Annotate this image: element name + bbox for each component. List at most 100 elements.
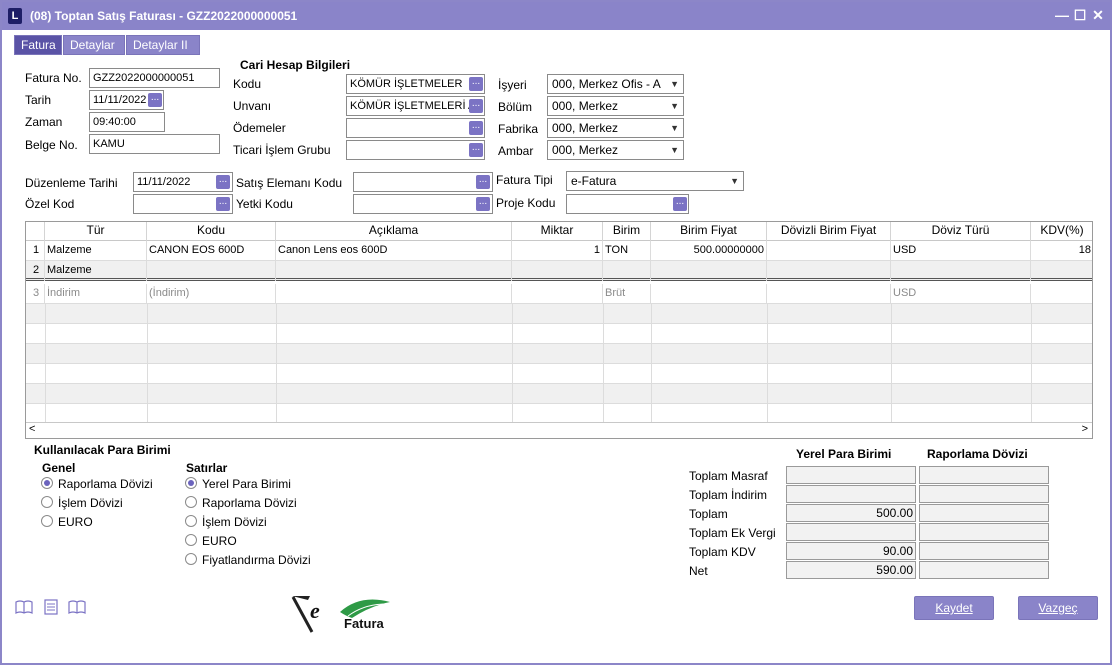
save-button[interactable]: Kaydet (914, 596, 994, 620)
odemeler-lookup-button[interactable]: ... (469, 121, 483, 135)
grid-col-kodu[interactable]: Kodu (147, 222, 276, 241)
zaman-field[interactable]: 09:40:00 (89, 112, 165, 132)
cell-birim[interactable]: Brüt (603, 284, 651, 304)
grid-col-birim-fiyat[interactable]: Birim Fiyat (651, 222, 767, 241)
close-icon[interactable]: ✕ (1090, 7, 1106, 23)
radio-label: EURO (58, 515, 93, 529)
yetki-field[interactable] (353, 194, 493, 214)
grid-col-tur[interactable]: Tür (45, 222, 147, 241)
satis-field[interactable] (353, 172, 493, 192)
cell-birim[interactable] (603, 261, 651, 281)
cell-dovizli-fiyat[interactable] (767, 284, 891, 304)
cell-miktar[interactable]: 1 (512, 241, 603, 261)
cell-birim[interactable]: TON (603, 241, 651, 261)
isyeri-select[interactable]: 000, Merkez Ofis - A ▼ (547, 74, 684, 94)
table-row[interactable]: 1 Malzeme CANON EOS 600D Canon Lens eos … (26, 241, 1092, 261)
cari-kodu-lookup-button[interactable]: ... (469, 77, 483, 91)
table-row[interactable] (26, 404, 1092, 424)
cell-miktar[interactable] (512, 284, 603, 304)
unvani-field[interactable]: KÖMÜR İŞLETMELERİ AN (346, 96, 485, 116)
fatura-no-field[interactable]: GZZ2022000000051 (89, 68, 220, 88)
radio-satir-fiyatlandirma[interactable] (185, 553, 197, 565)
tab-fatura[interactable]: Fatura (14, 35, 62, 55)
cell-kodu[interactable]: CANON EOS 600D (147, 241, 276, 261)
cell-tur[interactable]: İndirim (45, 284, 147, 304)
cell-aciklama[interactable] (276, 284, 512, 304)
horizontal-scrollbar[interactable]: < > (26, 422, 1092, 438)
chevron-down-icon: ▼ (670, 79, 679, 89)
ticari-lookup-button[interactable]: ... (469, 143, 483, 157)
proje-lookup-button[interactable]: ... (673, 197, 687, 211)
grid-col-doviz-turu[interactable]: Döviz Türü (891, 222, 1031, 241)
maximize-icon[interactable]: ☐ (1072, 7, 1088, 23)
radio-satir-islem[interactable] (185, 515, 197, 527)
duzenleme-lookup-button[interactable]: ... (216, 175, 230, 189)
odemeler-field[interactable] (346, 118, 485, 138)
document-icon[interactable] (44, 599, 58, 618)
cell-miktar[interactable] (512, 261, 603, 281)
table-row[interactable] (26, 344, 1092, 364)
satis-lookup-button[interactable]: ... (476, 175, 490, 189)
table-row[interactable] (26, 304, 1092, 324)
tab-detaylar[interactable]: Detaylar (63, 35, 125, 55)
belge-no-field[interactable]: KAMU (89, 134, 220, 154)
cell-aciklama[interactable] (276, 261, 512, 281)
proje-field[interactable] (566, 194, 689, 214)
cell-kodu[interactable]: (İndirim) (147, 284, 276, 304)
grid-divider (651, 304, 652, 422)
cell-kdv[interactable] (1031, 261, 1092, 281)
scroll-right-icon[interactable]: > (1082, 423, 1088, 435)
tarih-lookup-button[interactable]: ... (148, 93, 162, 107)
invoice-lines-grid[interactable]: Tür Kodu Açıklama Miktar Birim Birim Fiy… (25, 221, 1093, 439)
ambar-select[interactable]: 000, Merkez ▼ (547, 140, 684, 160)
book-open-icon[interactable] (68, 600, 86, 617)
cell-doviz-turu[interactable]: USD (891, 284, 1031, 304)
radio-genel-raporlama[interactable] (41, 477, 53, 489)
table-row[interactable] (26, 324, 1092, 344)
table-row[interactable] (26, 384, 1092, 404)
table-row[interactable]: 2 Malzeme (26, 261, 1092, 281)
grid-divider (603, 304, 604, 422)
radio-satir-euro[interactable] (185, 534, 197, 546)
book-icon[interactable] (15, 600, 33, 617)
cell-dovizli-fiyat[interactable] (767, 241, 891, 261)
cell-tur[interactable]: Malzeme (45, 261, 147, 281)
unvani-lookup-button[interactable]: ... (469, 99, 483, 113)
table-row[interactable] (26, 364, 1092, 384)
cell-tur[interactable]: Malzeme (45, 241, 147, 261)
minimize-icon[interactable]: — (1054, 7, 1070, 23)
cell-kdv[interactable]: 18 (1031, 241, 1092, 261)
ticari-field[interactable] (346, 140, 485, 160)
yetki-lookup-button[interactable]: ... (476, 197, 490, 211)
cell-dovizli-fiyat[interactable] (767, 261, 891, 281)
radio-genel-islem[interactable] (41, 496, 53, 508)
cell-doviz-turu[interactable] (891, 261, 1031, 281)
cancel-button[interactable]: Vazgeç (1018, 596, 1098, 620)
grid-col-birim[interactable]: Birim (603, 222, 651, 241)
grid-col-dovizli-fiyat[interactable]: Dövizli Birim Fiyat (767, 222, 891, 241)
grid-col-miktar[interactable]: Miktar (512, 222, 603, 241)
genel-heading: Genel (42, 461, 76, 475)
total-label: Toplam Masraf (689, 469, 768, 483)
radio-genel-euro[interactable] (41, 515, 53, 527)
tab-detaylar-2[interactable]: Detaylar II (126, 35, 200, 55)
ozel-kod-lookup-button[interactable]: ... (216, 197, 230, 211)
tarih-label: Tarih (25, 93, 52, 107)
cell-birim-fiyat[interactable]: 500.00000000 (651, 241, 767, 261)
cari-kodu-field[interactable]: KÖMÜR İŞLETMELER (346, 74, 485, 94)
grid-col-aciklama[interactable]: Açıklama (276, 222, 512, 241)
cell-doviz-turu[interactable]: USD (891, 241, 1031, 261)
cell-birim-fiyat[interactable] (651, 261, 767, 281)
cell-kodu[interactable] (147, 261, 276, 281)
grid-col-kdv[interactable]: KDV(%) (1031, 222, 1092, 241)
radio-satir-raporlama[interactable] (185, 496, 197, 508)
fatura-tipi-select[interactable]: e-Fatura ▼ (566, 171, 744, 191)
radio-satir-yerel[interactable] (185, 477, 197, 489)
bolum-select[interactable]: 000, Merkez ▼ (547, 96, 684, 116)
table-row[interactable]: 3 İndirim (İndirim) Brüt USD (26, 284, 1092, 304)
scroll-left-icon[interactable]: < (29, 423, 35, 435)
cell-aciklama[interactable]: Canon Lens eos 600D (276, 241, 512, 261)
fabrika-select[interactable]: 000, Merkez ▼ (547, 118, 684, 138)
cell-birim-fiyat[interactable] (651, 284, 767, 304)
cell-kdv[interactable] (1031, 284, 1092, 304)
